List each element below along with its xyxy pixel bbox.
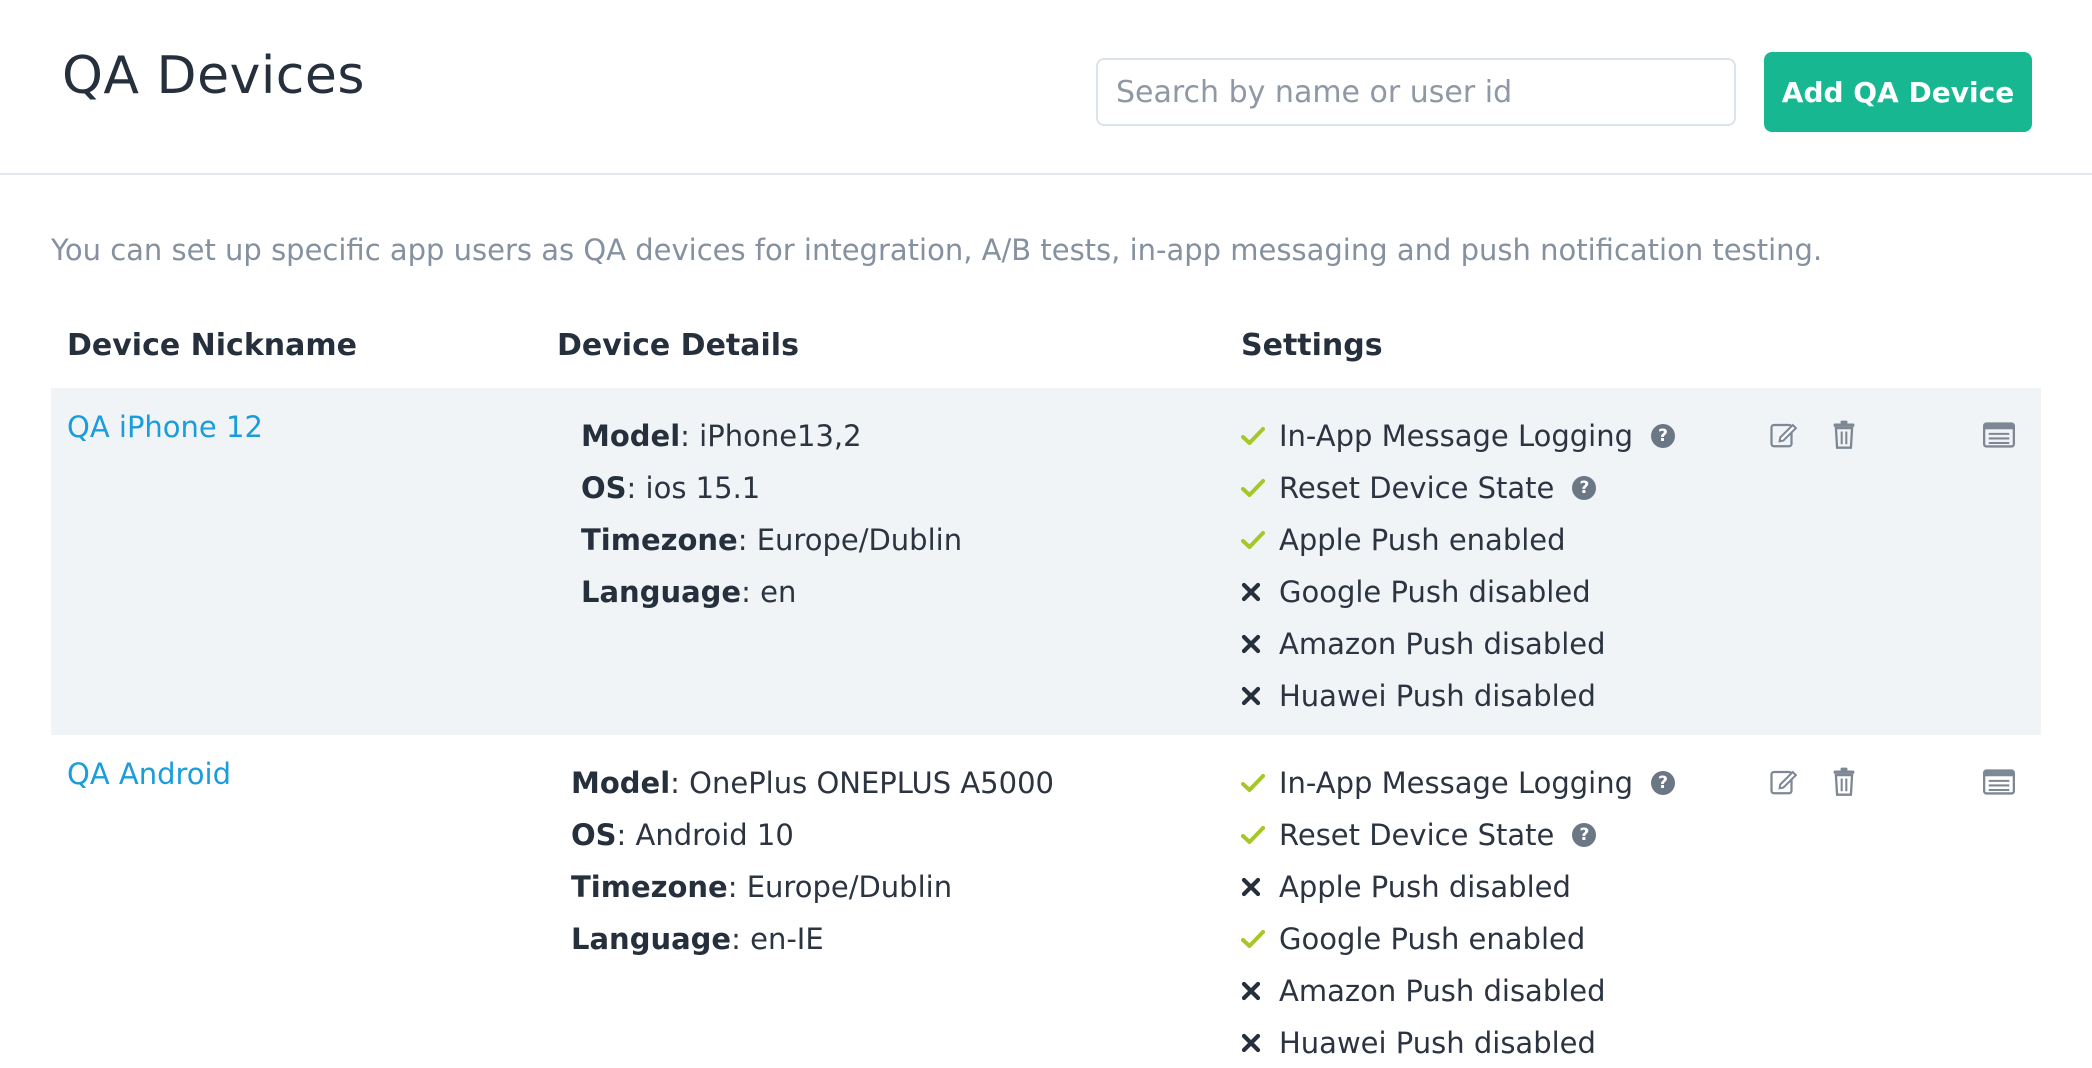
setting-item: Apple Push disabled [1241, 861, 1675, 913]
detail-os: OS: Android 10 [571, 818, 794, 852]
check-icon [1241, 426, 1273, 446]
setting-item: Reset Device State? [1241, 462, 1675, 514]
setting-item: Huawei Push disabled [1241, 1017, 1675, 1068]
device-details: Model: OnePlus ONEPLUS A5000 OS: Android… [571, 757, 1054, 965]
detail-language: Language: en-IE [571, 922, 824, 956]
setting-item: Amazon Push disabled [1241, 618, 1675, 670]
setting-label: Reset Device State [1279, 471, 1555, 505]
edit-icon[interactable] [1767, 765, 1801, 799]
setting-label: In-App Message Logging [1279, 419, 1634, 453]
detail-model: Model: iPhone13,2 [581, 419, 862, 453]
trash-icon[interactable] [1827, 418, 1861, 452]
device-nickname-link[interactable]: QA iPhone 12 [67, 410, 263, 444]
setting-item: Apple Push enabled [1241, 514, 1675, 566]
setting-item: Huawei Push disabled [1241, 670, 1675, 722]
setting-label: Apple Push disabled [1279, 870, 1571, 904]
page-header: QA Devices Add QA Device [0, 0, 2092, 175]
device-settings: In-App Message Logging? Reset Device Stat… [1241, 410, 1676, 722]
setting-label: Google Push enabled [1279, 922, 1586, 956]
page-title: QA Devices [62, 46, 365, 106]
setting-label: Google Push disabled [1279, 575, 1591, 609]
setting-label: Apple Push enabled [1279, 523, 1566, 557]
table-row: QA iPhone 12 Model: iPhone13,2 OS: ios 1… [51, 388, 2041, 735]
device-nickname-link[interactable]: QA Android [67, 757, 231, 791]
help-icon[interactable]: ? [1572, 823, 1597, 847]
help-icon[interactable]: ? [1651, 424, 1676, 448]
setting-item: In-App Message Logging? [1241, 410, 1676, 462]
cross-icon [1241, 634, 1273, 654]
details-icon[interactable] [1982, 765, 2016, 799]
detail-timezone: Timezone: Europe/Dublin [571, 870, 953, 904]
setting-label: Amazon Push disabled [1279, 627, 1606, 661]
setting-item: Reset Device State? [1241, 809, 1675, 861]
device-settings: In-App Message Logging? Reset Device Stat… [1241, 757, 1676, 1068]
setting-label: Huawei Push disabled [1279, 1026, 1596, 1060]
setting-item: In-App Message Logging? [1241, 757, 1676, 809]
cross-icon [1241, 981, 1273, 1001]
help-icon[interactable]: ? [1572, 476, 1597, 500]
add-qa-device-button[interactable]: Add QA Device [1764, 52, 2032, 132]
setting-item: Amazon Push disabled [1241, 965, 1675, 1017]
edit-icon[interactable] [1767, 418, 1801, 452]
setting-label: Reset Device State [1279, 818, 1555, 852]
check-icon [1241, 929, 1273, 949]
check-icon [1241, 530, 1273, 550]
check-icon [1241, 773, 1273, 793]
setting-label: Huawei Push disabled [1279, 679, 1596, 713]
column-header-nickname: Device Nickname [67, 328, 357, 363]
cross-icon [1241, 1033, 1273, 1053]
column-header-settings: Settings [1241, 328, 1383, 363]
cross-icon [1241, 877, 1273, 897]
trash-icon[interactable] [1827, 765, 1861, 799]
device-details: Model: iPhone13,2 OS: ios 15.1 Timezone:… [581, 410, 962, 618]
detail-language: Language: en [581, 575, 797, 609]
search-input[interactable] [1096, 58, 1736, 126]
cross-icon [1241, 582, 1273, 602]
setting-item: Google Push enabled [1241, 913, 1675, 965]
page-description: You can set up specific app users as QA … [51, 233, 1823, 267]
cross-icon [1241, 686, 1273, 706]
detail-os: OS: ios 15.1 [581, 471, 761, 505]
details-icon[interactable] [1982, 418, 2016, 452]
table-row: QA Android Model: OnePlus ONEPLUS A5000 … [51, 735, 2041, 1068]
detail-model: Model: OnePlus ONEPLUS A5000 [571, 766, 1054, 800]
setting-item: Google Push disabled [1241, 566, 1675, 618]
setting-label: Amazon Push disabled [1279, 974, 1606, 1008]
detail-timezone: Timezone: Europe/Dublin [581, 523, 963, 557]
check-icon [1241, 825, 1273, 845]
column-header-details: Device Details [557, 328, 799, 363]
check-icon [1241, 478, 1273, 498]
help-icon[interactable]: ? [1651, 771, 1676, 795]
setting-label: In-App Message Logging [1279, 766, 1634, 800]
